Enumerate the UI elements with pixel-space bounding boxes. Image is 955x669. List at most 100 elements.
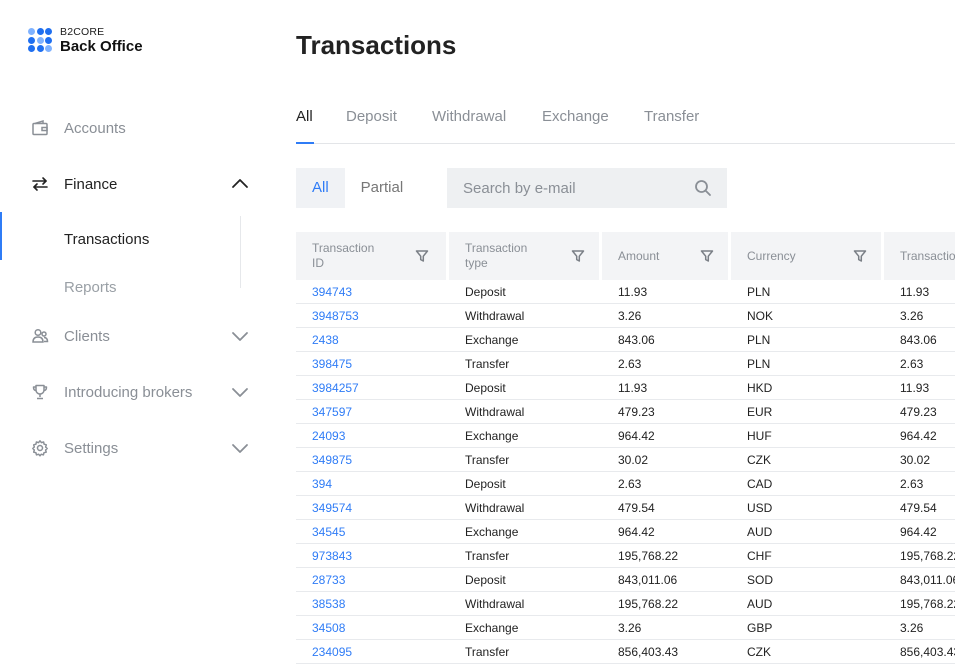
brand-logo[interactable]: B2CORE Back Office	[28, 27, 143, 54]
amount: 11.93	[618, 381, 648, 395]
currency: AUD	[747, 525, 773, 539]
gear-icon	[31, 439, 49, 457]
table-row[interactable]: 28733 Deposit 843,011.06 SOD 843,011.06	[296, 568, 955, 592]
amount: 3.26	[618, 309, 642, 323]
table-row[interactable]: 349875 Transfer 30.02 CZK 30.02	[296, 448, 955, 472]
transaction-id-link[interactable]: 349574	[312, 496, 352, 520]
table-row[interactable]: 394743 Deposit 11.93 PLN 11.93	[296, 280, 955, 304]
transaction-amount: 2.63	[900, 477, 924, 491]
currency: HUF	[747, 429, 772, 443]
table-row[interactable]: 34508 Exchange 3.26 GBP 3.26	[296, 616, 955, 640]
table-row[interactable]: 394 Deposit 2.63 CAD 2.63	[296, 472, 955, 496]
sidebar-item-finance[interactable]: Finance	[0, 164, 270, 204]
transaction-id-link[interactable]: 398475	[312, 352, 352, 376]
transaction-amount: 3.26	[900, 621, 924, 635]
transaction-amount: 479.54	[900, 501, 937, 515]
filter-icon[interactable]	[415, 249, 429, 263]
sidebar-item-clients[interactable]: Clients	[0, 316, 270, 356]
main-content: Transactions All Deposit Withdrawal Exch…	[296, 0, 955, 669]
column-header-transaction-amount[interactable]: Transactio	[884, 232, 955, 280]
sidebar-item-introducing-brokers[interactable]: Introducing brokers	[0, 372, 270, 412]
chevron-down-icon[interactable]	[231, 385, 249, 399]
chevron-down-icon[interactable]	[231, 329, 249, 343]
chevron-down-icon[interactable]	[231, 441, 249, 455]
currency: CZK	[747, 453, 771, 467]
amount: 2.63	[618, 357, 642, 371]
table-row[interactable]: 34545 Exchange 964.42 AUD 964.42	[296, 520, 955, 544]
transaction-type: Transfer	[465, 357, 510, 371]
tab-all[interactable]: All	[296, 108, 313, 125]
filter-icon[interactable]	[571, 249, 585, 263]
transaction-id-link[interactable]: 394	[312, 472, 332, 496]
table-row[interactable]: 349574 Withdrawal 479.54 USD 479.54	[296, 496, 955, 520]
tab-deposit[interactable]: Deposit	[346, 108, 397, 125]
filter-icon[interactable]	[853, 249, 867, 263]
transaction-id-link[interactable]: 2438	[312, 328, 339, 352]
transaction-id-link[interactable]: 3984257	[312, 376, 359, 400]
tab-transfer[interactable]: Transfer	[644, 108, 699, 125]
transaction-type: Exchange	[465, 429, 519, 443]
sidebar-item-label: Clients	[64, 327, 110, 345]
table-row[interactable]: 2438 Exchange 843.06 PLN 843.06	[296, 328, 955, 352]
transaction-id-link[interactable]: 349875	[312, 448, 352, 472]
transactions-table: Transaction ID Transaction type Amount C…	[296, 232, 955, 664]
transaction-type: Exchange	[465, 333, 519, 347]
transaction-amount: 195,768.22	[900, 597, 955, 611]
transaction-id-link[interactable]: 34545	[312, 520, 345, 544]
segment-all-button[interactable]: All	[296, 168, 345, 208]
transaction-type: Deposit	[465, 381, 506, 395]
transaction-amount: 479.23	[900, 405, 937, 419]
currency: USD	[747, 501, 773, 515]
transaction-id-link[interactable]: 394743	[312, 280, 352, 304]
subitem-label: Reports	[64, 279, 117, 296]
table-row[interactable]: 398475 Transfer 2.63 PLN 2.63	[296, 352, 955, 376]
amount: 195,768.22	[618, 549, 679, 563]
column-header-currency[interactable]: Currency	[731, 232, 881, 280]
table-row[interactable]: 3984257 Deposit 11.93 HKD 11.93	[296, 376, 955, 400]
transaction-id-link[interactable]: 28733	[312, 568, 345, 592]
segment-partial-button[interactable]: Partial	[345, 168, 420, 208]
table-row[interactable]: 24093 Exchange 964.42 HUF 964.42	[296, 424, 955, 448]
sidebar-subitem-transactions[interactable]: Transactions	[0, 212, 270, 260]
sidebar-subitem-reports[interactable]: Reports	[0, 268, 270, 308]
amount: 843.06	[618, 333, 655, 347]
transaction-type: Exchange	[465, 621, 519, 635]
column-header-transaction-type[interactable]: Transaction type	[449, 232, 599, 280]
transaction-type: Transfer	[465, 549, 510, 563]
users-icon	[31, 327, 49, 345]
sidebar-item-settings[interactable]: Settings	[0, 428, 270, 468]
transaction-type: Withdrawal	[465, 405, 525, 419]
transaction-id-link[interactable]: 38538	[312, 592, 345, 616]
transfer-arrows-icon	[31, 175, 49, 193]
table-row[interactable]: 973843 Transfer 195,768.22 CHF 195,768.22	[296, 544, 955, 568]
amount: 195,768.22	[618, 597, 679, 611]
transaction-id-link[interactable]: 34508	[312, 616, 345, 640]
transaction-id-link[interactable]: 973843	[312, 544, 352, 568]
transaction-id-link[interactable]: 234095	[312, 640, 352, 664]
table-row[interactable]: 3948753 Withdrawal 3.26 NOK 3.26	[296, 304, 955, 328]
sidebar-item-accounts[interactable]: Accounts	[0, 108, 270, 148]
sidebar-item-label: Finance	[64, 175, 118, 193]
amount: 11.93	[618, 285, 648, 299]
column-header-transaction-id[interactable]: Transaction ID	[296, 232, 446, 280]
currency: CZK	[747, 645, 771, 659]
tab-exchange[interactable]: Exchange	[542, 108, 609, 125]
currency: GBP	[747, 621, 773, 635]
sidebar-item-label: Settings	[64, 439, 119, 457]
currency: AUD	[747, 597, 773, 611]
search-input[interactable]	[447, 168, 687, 208]
chevron-up-icon[interactable]	[231, 177, 249, 191]
currency: NOK	[747, 309, 774, 323]
filter-icon[interactable]	[700, 249, 714, 263]
column-header-amount[interactable]: Amount	[602, 232, 728, 280]
brand-name: Back Office	[60, 37, 143, 55]
transaction-id-link[interactable]: 3948753	[312, 304, 359, 328]
transaction-amount: 195,768.22	[900, 549, 955, 563]
tab-withdrawal[interactable]: Withdrawal	[432, 108, 506, 125]
table-row[interactable]: 38538 Withdrawal 195,768.22 AUD 195,768.22	[296, 592, 955, 616]
table-row[interactable]: 234095 Transfer 856,403.43 CZK 856,403.43	[296, 640, 955, 664]
transaction-id-link[interactable]: 347597	[312, 400, 352, 424]
table-row[interactable]: 347597 Withdrawal 479.23 EUR 479.23	[296, 400, 955, 424]
search-icon[interactable]	[694, 179, 712, 197]
transaction-id-link[interactable]: 24093	[312, 424, 345, 448]
